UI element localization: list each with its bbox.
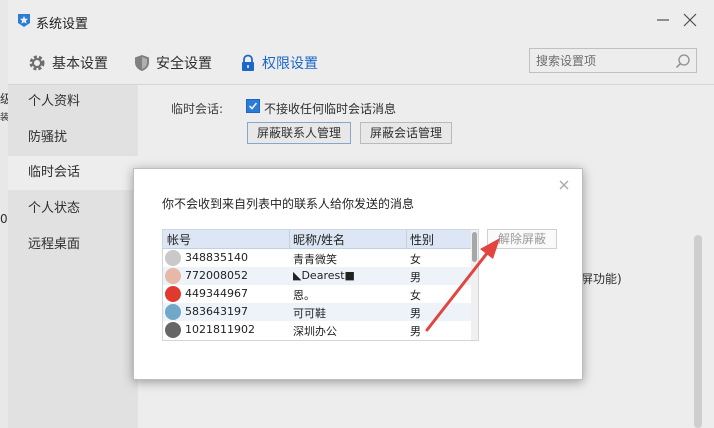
dialog-close-icon[interactable] [558,179,570,191]
list-scrollbar[interactable] [471,230,478,340]
table-row[interactable]: 1021811902 深圳办公 男 [163,321,471,339]
blocked-contacts-dialog: 你不会收到来自列表中的联系人给你发送的消息 帐号 昵称/姓名 性别 348835… [133,168,583,380]
column-header-account[interactable]: 帐号 [167,231,191,248]
cell-account: 1021811902 [185,323,255,336]
cell-account: 583643197 [185,305,248,318]
cell-account: 348835140 [185,251,248,264]
cell-gender: 男 [410,325,421,338]
cell-name: 可可鞋 [293,307,326,320]
cell-name: 深圳办公 [293,325,337,338]
list-scrollbar-thumb[interactable] [472,232,477,262]
avatar [165,286,181,302]
cell-name: 恩。 [293,289,315,302]
table-row[interactable]: 772008052 ◣Dearest■ 男 [163,267,471,285]
cell-account: 449344967 [185,287,248,300]
table-row[interactable]: 583643197 可可鞋 男 [163,303,471,321]
avatar [165,304,181,320]
avatar [165,250,181,266]
table-row[interactable]: 348835140 青青微笑 女 [163,249,471,267]
cell-gender: 女 [410,253,421,266]
avatar [165,268,181,284]
cell-gender: 男 [410,307,421,320]
dialog-message: 你不会收到来自列表中的联系人给你发送的消息 [162,197,415,211]
list-header: 帐号 昵称/姓名 性别 [163,230,471,249]
column-separator [406,230,407,248]
unblock-button[interactable]: 解除屏蔽 [487,229,557,249]
cell-name: ◣Dearest■ [293,269,355,282]
cell-name: 青青微笑 [293,253,337,266]
blocked-contacts-list[interactable]: 帐号 昵称/姓名 性别 348835140 青青微笑 女 772008052 ◣… [162,229,479,341]
column-header-name[interactable]: 昵称/姓名 [293,231,345,248]
avatar [165,322,181,338]
column-separator [289,230,290,248]
cell-gender: 男 [410,271,421,284]
table-row[interactable]: 449344967 恩。 女 [163,285,471,303]
column-header-gender[interactable]: 性别 [410,231,434,248]
cell-gender: 女 [410,289,421,302]
cell-account: 772008052 [185,269,248,282]
